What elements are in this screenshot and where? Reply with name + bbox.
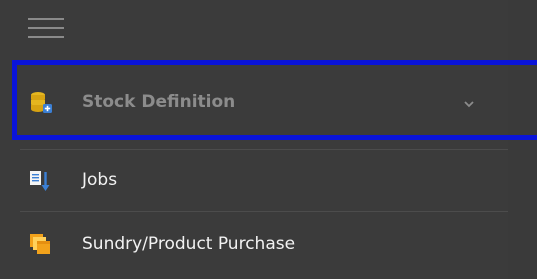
purchase-stack-icon — [30, 234, 50, 254]
sidebar-item-stock-definition[interactable]: Stock Definition — [0, 68, 508, 138]
sidebar-item-label: Jobs — [82, 170, 118, 190]
sidebar-item-jobs[interactable]: Jobs — [0, 152, 508, 210]
sidebar-item-label: Sundry/Product Purchase — [82, 234, 296, 254]
screen: Stock Definition Jobs Sundry/Product Pur… — [0, 0, 537, 279]
sidebar-navigation: Stock Definition Jobs Sundry/Product Pur… — [0, 0, 508, 279]
sidebar-item-sundry-product-purchase[interactable]: Sundry/Product Purchase — [0, 214, 508, 274]
hamburger-line — [28, 36, 64, 38]
hamburger-line — [28, 27, 64, 29]
jobs-list-icon — [30, 171, 50, 191]
menu-divider — [20, 149, 508, 150]
database-add-icon — [31, 92, 52, 113]
hamburger-line — [28, 18, 64, 20]
sidebar-item-label: Stock Definition — [82, 92, 236, 112]
hamburger-menu-button[interactable] — [28, 16, 64, 40]
chevron-down-icon[interactable] — [462, 97, 476, 111]
menu-divider — [20, 211, 508, 212]
